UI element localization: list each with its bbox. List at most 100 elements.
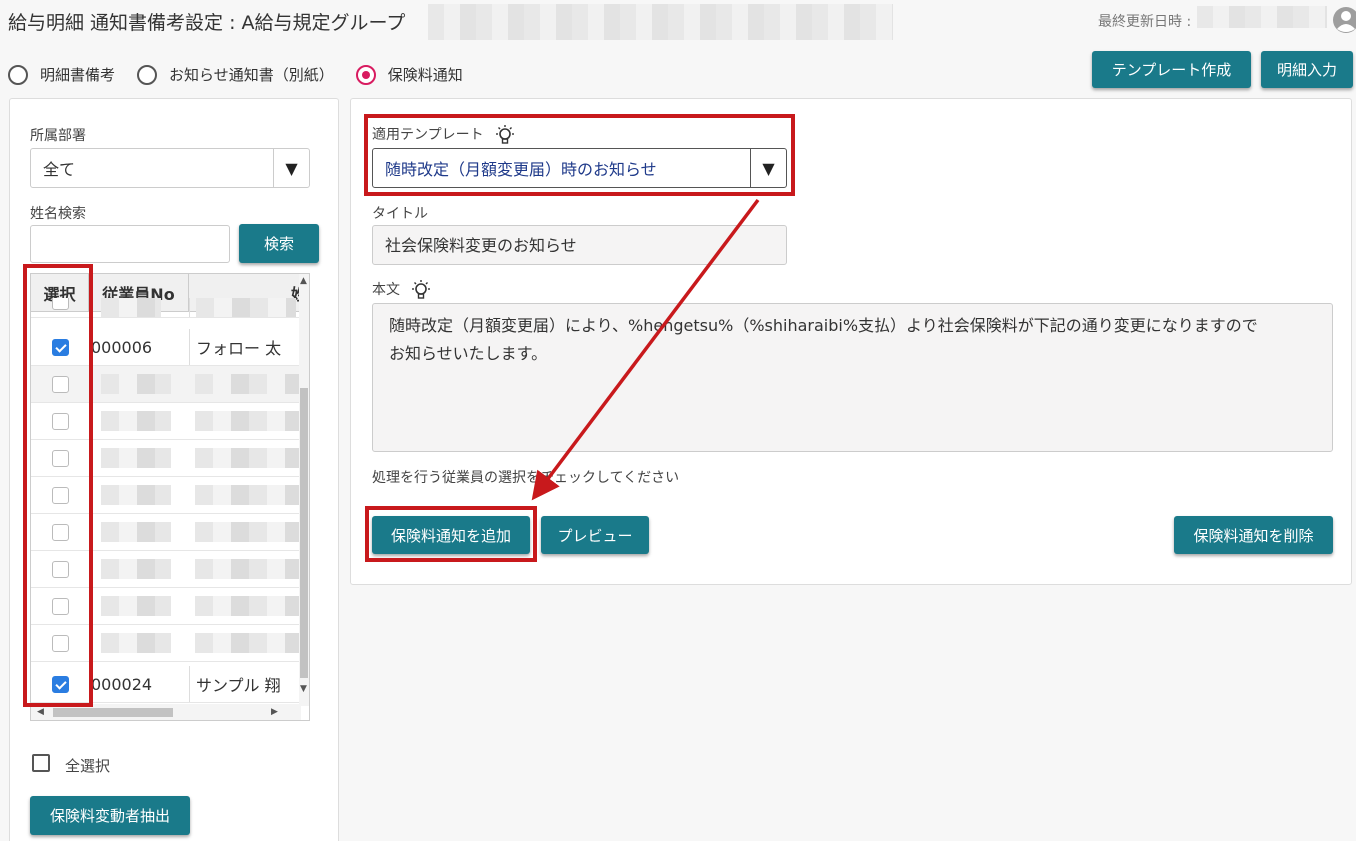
user-avatar-icon[interactable]	[1332, 6, 1356, 36]
table-vertical-scrollbar[interactable]: ▲ ▼	[299, 274, 309, 706]
row-select-cell[interactable]	[31, 375, 89, 393]
radio-button-selected[interactable]	[355, 64, 376, 85]
selection-instruction: 処理を行う従業員の選択をチェックしてください	[372, 470, 680, 486]
row-select-cell[interactable]	[31, 338, 89, 356]
preview-button[interactable]: プレビュー	[541, 516, 649, 554]
body-text-line: お知らせいたします。	[389, 344, 548, 363]
vertical-scroll-thumb[interactable]	[300, 388, 308, 678]
employee-table: 選択 従業員No 姓名 000006 フォロー 太	[30, 273, 310, 721]
table-row[interactable]	[31, 366, 301, 403]
radio-notice-separate[interactable]: お知らせ通知書（別紙）	[137, 64, 334, 85]
mode-radio-group: 明細書備考 お知らせ通知書（別紙） 保険料通知	[8, 64, 485, 85]
extract-changed-employees-button[interactable]: 保険料変動者抽出	[30, 796, 190, 835]
row-select-cell[interactable]	[31, 675, 89, 693]
body-label: 本文	[372, 279, 432, 301]
department-select-value: 全て	[43, 160, 76, 179]
lightbulb-icon[interactable]	[494, 124, 516, 146]
department-label: 所属部署	[30, 128, 86, 144]
department-select[interactable]: 全て ▼	[30, 148, 310, 188]
select-all-label: 全選択	[65, 757, 111, 775]
row-select-cell[interactable]	[31, 298, 89, 310]
row-select-cell[interactable]	[31, 523, 89, 541]
row-checkbox[interactable]	[51, 375, 69, 393]
employee-no-cell	[89, 633, 189, 653]
table-row[interactable]	[31, 477, 301, 514]
table-row[interactable]	[31, 440, 301, 477]
name-cell	[189, 514, 301, 550]
radio-remarks[interactable]: 明細書備考	[8, 64, 115, 85]
title-label: タイトル	[372, 206, 428, 222]
dropdown-arrow-icon[interactable]: ▼	[750, 149, 786, 187]
template-label: 適用テンプレート	[372, 124, 516, 146]
name-cell	[189, 298, 301, 317]
employee-no-cell: 000024	[91, 674, 153, 694]
row-checkbox[interactable]	[51, 449, 69, 467]
name-cell	[189, 477, 301, 513]
table-row[interactable]	[31, 625, 301, 662]
table-row[interactable]	[31, 403, 301, 440]
row-select-cell[interactable]	[31, 412, 89, 430]
row-select-cell[interactable]	[31, 634, 89, 652]
table-row[interactable]	[31, 551, 301, 588]
row-select-cell[interactable]	[31, 486, 89, 504]
employee-no-cell	[89, 448, 189, 468]
scroll-up-icon[interactable]: ▲	[300, 276, 307, 286]
employee-no-cell	[89, 298, 189, 317]
row-checkbox-checked[interactable]	[51, 675, 69, 693]
row-checkbox[interactable]	[51, 634, 69, 652]
row-checkbox[interactable]	[51, 560, 69, 578]
masked-last-updated-value	[1197, 6, 1327, 28]
row-checkbox[interactable]	[51, 486, 69, 504]
row-select-cell[interactable]	[31, 449, 89, 467]
table-row[interactable]: 000006 フォロー 太	[31, 329, 301, 366]
scroll-down-icon[interactable]: ▼	[300, 684, 307, 694]
employee-no-cell	[89, 522, 189, 542]
template-select-value: 随時改定（月額変更届）時のお知らせ	[385, 160, 657, 179]
radio-insurance-notice[interactable]: 保険料通知	[355, 64, 463, 85]
search-button[interactable]: 検索	[239, 224, 319, 263]
row-checkbox[interactable]	[51, 597, 69, 615]
employee-filter-panel: 所属部署 全て ▼ 姓名検索 検索 選択 従業員No 姓名 000006 フォロ…	[9, 98, 339, 841]
table-row[interactable]	[31, 588, 301, 625]
delete-insurance-notice-button[interactable]: 保険料通知を削除	[1174, 516, 1333, 554]
body-textarea[interactable]: 随時改定（月額変更届）により、%hengetsu%（%shiharaibi%支払…	[372, 303, 1333, 452]
name-cell: サンプル 翔	[189, 666, 301, 702]
last-updated-label: 最終更新日時 :	[1098, 14, 1192, 30]
detail-input-button[interactable]: 明細入力	[1261, 51, 1353, 88]
name-search-input[interactable]	[30, 225, 230, 263]
name-cell	[189, 625, 301, 661]
row-checkbox[interactable]	[51, 298, 69, 310]
employee-no-cell: 000006	[91, 337, 153, 357]
table-row[interactable]	[31, 298, 301, 318]
dropdown-arrow-icon[interactable]: ▼	[273, 149, 309, 187]
table-horizontal-scrollbar[interactable]: ◀ ▶	[31, 704, 301, 720]
select-all-checkbox[interactable]	[32, 754, 50, 772]
name-cell	[189, 403, 301, 439]
template-label-text: 適用テンプレート	[372, 127, 484, 143]
row-checkbox-checked[interactable]	[51, 338, 69, 356]
table-row[interactable]: 000024 サンプル 翔	[31, 666, 301, 703]
scroll-right-icon[interactable]: ▶	[271, 707, 278, 717]
add-insurance-notice-button[interactable]: 保険料通知を追加	[372, 516, 530, 554]
row-select-cell[interactable]	[31, 597, 89, 615]
row-checkbox[interactable]	[51, 412, 69, 430]
radio-button[interactable]	[137, 64, 158, 85]
radio-label: 保険料通知	[387, 66, 463, 84]
radio-label: お知らせ通知書（別紙）	[169, 66, 334, 84]
radio-button[interactable]	[8, 64, 28, 85]
page-title: 給与明細 通知書備考設定 : A給与規定グループ	[8, 12, 406, 34]
row-checkbox[interactable]	[51, 523, 69, 541]
row-select-cell[interactable]	[31, 560, 89, 578]
employee-no-cell	[89, 411, 189, 431]
employee-no-cell	[89, 485, 189, 505]
lightbulb-icon[interactable]	[410, 279, 432, 301]
name-cell	[189, 551, 301, 587]
create-template-button[interactable]: テンプレート作成	[1092, 51, 1251, 88]
table-row[interactable]	[31, 514, 301, 551]
name-cell	[189, 588, 301, 624]
horizontal-scroll-thumb[interactable]	[53, 708, 173, 717]
scroll-left-icon[interactable]: ◀	[37, 707, 44, 717]
name-cell	[189, 366, 301, 402]
title-field[interactable]: 社会保険料変更のお知らせ	[372, 225, 787, 265]
template-select[interactable]: 随時改定（月額変更届）時のお知らせ ▼	[372, 148, 787, 188]
